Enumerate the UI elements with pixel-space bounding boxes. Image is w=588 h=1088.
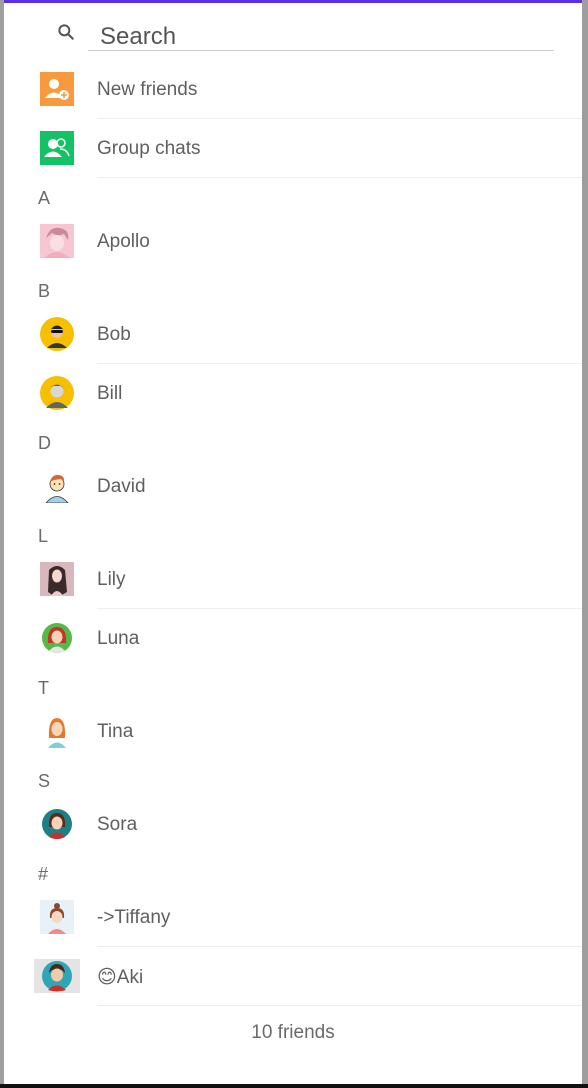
contacts-screen: Search New friends Group chats A Apollo … [4, 0, 582, 1084]
section-header-b: B [4, 271, 582, 305]
luna-avatar [40, 621, 74, 655]
bill-avatar [40, 376, 74, 410]
contact-name: Luna [97, 628, 140, 649]
bottom-edge [0, 1084, 588, 1088]
search-bar[interactable]: Search [4, 10, 582, 51]
search-input[interactable]: Search [88, 16, 554, 51]
add-friend-icon [40, 72, 74, 106]
bob-avatar [40, 317, 74, 351]
contact-item-aki[interactable]: 😊Aki [4, 947, 582, 1006]
section-header-a: A [4, 178, 582, 212]
contact-item-tina[interactable]: Tina [4, 702, 582, 761]
group-chats-label: Group chats [97, 138, 201, 159]
sora-avatar [40, 807, 74, 841]
section-letter: L [38, 526, 49, 546]
section-letter: A [38, 188, 51, 208]
lily-avatar [40, 562, 74, 596]
section-letter: T [38, 678, 49, 698]
search-icon[interactable] [56, 22, 76, 42]
section-header-hash: # [4, 854, 582, 888]
friend-count: 10 friends [251, 1022, 335, 1043]
section-letter: B [38, 281, 51, 301]
section-letter: S [38, 771, 51, 791]
contact-name: Bob [97, 324, 131, 345]
aki-avatar [34, 959, 80, 993]
contact-name: Bill [97, 383, 123, 404]
contact-item-tiffany[interactable]: ->Tiffany [4, 888, 582, 947]
contact-name: Tina [97, 721, 134, 742]
section-header-s: S [4, 761, 582, 795]
contact-name: Lily [97, 569, 126, 590]
contact-name: Sora [97, 814, 138, 835]
contact-item-apollo[interactable]: Apollo [4, 212, 582, 271]
status-accent-line [4, 0, 582, 3]
contact-item-lily[interactable]: Lily [4, 550, 582, 609]
contact-name: 😊Aki [97, 967, 144, 988]
section-letter: # [38, 864, 49, 884]
apollo-avatar [40, 224, 74, 258]
david-avatar [40, 469, 74, 503]
contact-name: Apollo [97, 231, 150, 252]
contact-item-bill[interactable]: Bill [4, 364, 582, 423]
search-placeholder: Search [100, 23, 177, 50]
contact-item-david[interactable]: David [4, 457, 582, 516]
new-friends-item[interactable]: New friends [4, 60, 582, 119]
tina-avatar [40, 714, 74, 748]
contact-list: New friends Group chats A Apollo B Bob B… [4, 60, 582, 1006]
tiffany-avatar [40, 900, 74, 934]
group-chats-item[interactable]: Group chats [4, 119, 582, 178]
section-header-l: L [4, 516, 582, 550]
section-header-t: T [4, 668, 582, 702]
divider [97, 1005, 582, 1006]
section-letter: D [38, 433, 51, 453]
contact-name: David [97, 476, 146, 497]
section-header-d: D [4, 423, 582, 457]
contact-item-sora[interactable]: Sora [4, 795, 582, 854]
new-friends-label: New friends [97, 79, 198, 100]
contact-item-bob[interactable]: Bob [4, 305, 582, 364]
contact-item-luna[interactable]: Luna [4, 609, 582, 668]
contact-name: ->Tiffany [97, 907, 171, 928]
group-icon [40, 131, 74, 165]
